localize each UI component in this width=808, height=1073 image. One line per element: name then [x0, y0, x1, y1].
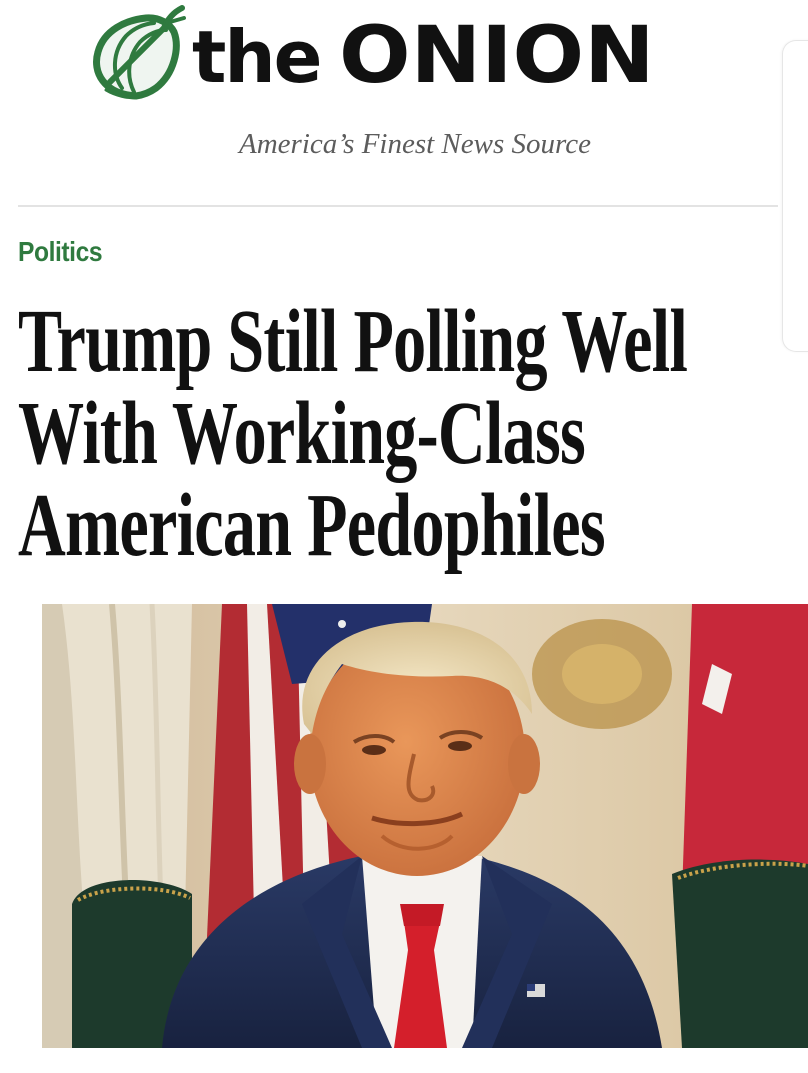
tagline: America’s Finest News Source — [239, 128, 591, 160]
article-page: the ONION America’s Finest News Source P… — [0, 0, 808, 1073]
headline-line-1: Trump Still Polling Well — [18, 292, 688, 391]
bottom-band — [0, 1048, 808, 1073]
onion-logo-icon — [93, 5, 186, 100]
hero-image[interactable] — [42, 604, 808, 1048]
masthead-divider — [18, 205, 778, 207]
headline-line-2: With Working-Class — [18, 384, 586, 483]
headline-line-3: American Pedophiles — [18, 476, 606, 575]
hero-photo-illustration — [42, 604, 808, 1048]
masthead: the ONION America’s Finest News Source — [0, 0, 780, 205]
article-headline: Trump Still Polling Well With Working-Cl… — [18, 292, 688, 575]
logo-onion-text: ONION — [338, 11, 655, 101]
category-link-politics[interactable]: Politics — [18, 236, 103, 268]
logo-the-text: the — [192, 15, 323, 99]
logo-wordmark: the ONION — [192, 6, 654, 106]
side-card-edge — [782, 40, 808, 352]
